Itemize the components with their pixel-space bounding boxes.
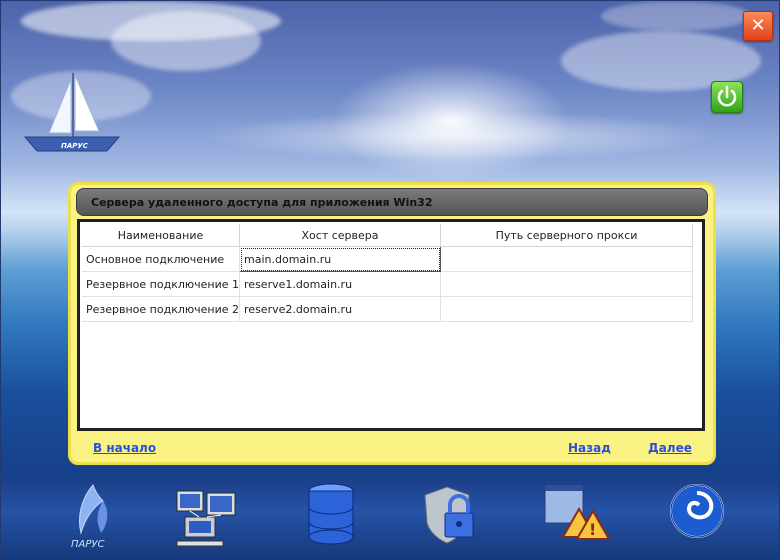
cloud xyxy=(601,1,751,31)
table-row[interactable]: Основное подключение main.domain.ru xyxy=(82,246,694,272)
sea-shine xyxy=(201,111,721,161)
power-icon xyxy=(717,85,737,107)
app-window: ПАРУС ✕ Сервера удаленного доступа для п… xyxy=(0,0,780,560)
servers-table: Наименование Хост сервера Путь серверног… xyxy=(82,224,694,322)
cell-name[interactable]: Резервное подключение 2 xyxy=(82,296,241,322)
logo-text: ПАРУС xyxy=(71,539,104,550)
start-link[interactable]: В начало xyxy=(93,441,156,455)
sailboat-image: ПАРУС xyxy=(23,73,121,152)
column-header-proxy[interactable]: Путь серверного прокси xyxy=(440,224,694,247)
close-button[interactable]: ✕ xyxy=(743,11,773,41)
column-header-host[interactable]: Хост сервера xyxy=(239,224,442,247)
warning-window-icon[interactable]: ! xyxy=(541,479,611,557)
network-computers-icon[interactable] xyxy=(171,479,241,557)
boat-label: ПАРУС xyxy=(61,142,89,150)
parus-logo-icon[interactable]: ПАРУС xyxy=(59,479,129,557)
table-row[interactable]: Резервное подключение 1 reserve1.domain.… xyxy=(82,271,694,297)
cell-proxy[interactable] xyxy=(440,246,694,272)
database-icon[interactable] xyxy=(297,479,367,557)
cell-name[interactable]: Резервное подключение 1 xyxy=(82,271,241,297)
column-header-name[interactable]: Наименование xyxy=(82,224,241,247)
servers-grid[interactable]: Наименование Хост сервера Путь серверног… xyxy=(77,219,705,431)
back-link[interactable]: Назад xyxy=(568,441,611,455)
close-icon: ✕ xyxy=(750,15,766,36)
security-lock-icon[interactable] xyxy=(417,479,487,557)
power-button[interactable] xyxy=(711,81,743,113)
cell-proxy[interactable] xyxy=(440,271,694,297)
panel-title: Сервера удаленного доступа для приложени… xyxy=(76,188,708,216)
cell-name[interactable]: Основное подключение xyxy=(82,246,241,272)
cell-host[interactable]: reserve1.domain.ru xyxy=(239,271,442,297)
cell-proxy[interactable] xyxy=(440,296,694,322)
table-row[interactable]: Резервное подключение 2 reserve2.domain.… xyxy=(82,296,694,322)
cloud xyxy=(111,11,261,71)
panel-title-text: Сервера удаленного доступа для приложени… xyxy=(91,196,433,209)
svg-text:!: ! xyxy=(589,520,596,539)
servers-panel: Сервера удаленного доступа для приложени… xyxy=(68,182,716,465)
next-link[interactable]: Далее xyxy=(648,441,692,455)
cell-host[interactable]: reserve2.domain.ru xyxy=(239,296,442,322)
cell-host-selected[interactable]: main.domain.ru xyxy=(239,246,442,272)
globe-icon[interactable] xyxy=(665,479,735,557)
